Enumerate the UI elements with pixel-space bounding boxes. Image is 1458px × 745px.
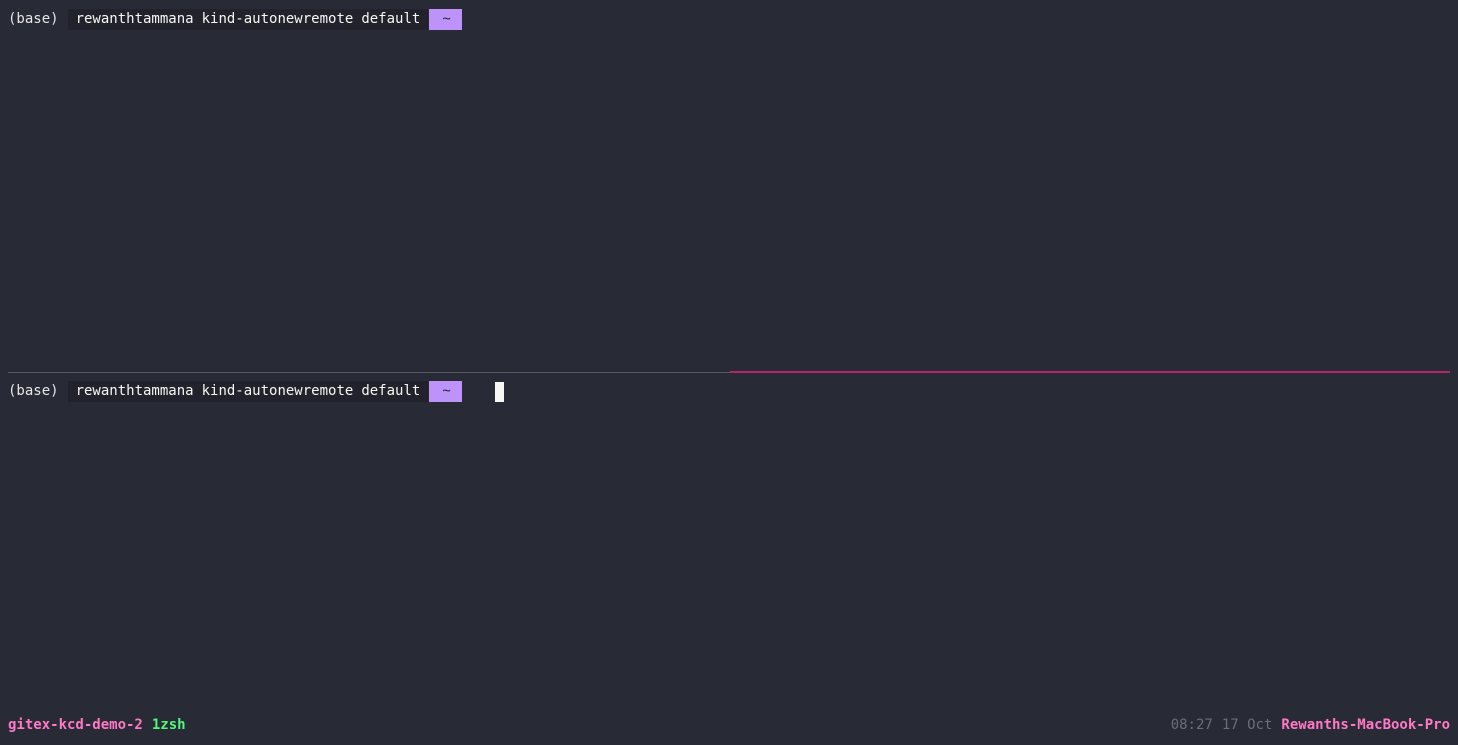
shell-prompt: (base) rewanthtammana kind-autonewremote… bbox=[8, 9, 462, 30]
status-left: gitex-kcd-demo-2 1 zsh bbox=[8, 714, 186, 736]
pane-divider-inactive bbox=[8, 372, 730, 373]
status-hostname: Rewanths-MacBook-Pro bbox=[1281, 717, 1450, 733]
text-cursor[interactable] bbox=[494, 381, 504, 402]
pane-divider-active bbox=[730, 371, 1450, 373]
tmux-status-bar: gitex-kcd-demo-2 1 zsh 08:27 17 Oct Rewa… bbox=[0, 714, 1458, 736]
prompt-namespace: default bbox=[361, 383, 421, 399]
window-index[interactable]: 1 bbox=[152, 714, 160, 736]
window-name[interactable]: zsh bbox=[160, 714, 185, 736]
prompt-kube-context: kind-autonewremote bbox=[201, 11, 354, 27]
prompt-user: rewanthtammana bbox=[75, 11, 194, 27]
prompt-context-segment: rewanthtammana kind-autonewremote defaul… bbox=[67, 9, 429, 30]
prompt-user: rewanthtammana bbox=[75, 383, 194, 399]
pane-divider[interactable] bbox=[8, 371, 1450, 373]
conda-env-label: (base) bbox=[8, 11, 59, 27]
status-date: 17 Oct bbox=[1221, 717, 1273, 733]
prompt-kube-context: kind-autonewremote bbox=[201, 383, 354, 399]
prompt-directory: ~ bbox=[429, 9, 462, 30]
status-time: 08:27 bbox=[1170, 717, 1213, 733]
shell-prompt: (base) rewanthtammana kind-autonewremote… bbox=[8, 381, 504, 402]
terminal-pane-top[interactable]: (base) rewanthtammana kind-autonewremote… bbox=[0, 0, 1458, 370]
session-name[interactable]: gitex-kcd-demo-2 bbox=[8, 714, 143, 736]
prompt-namespace: default bbox=[361, 11, 421, 27]
prompt-context-segment: rewanthtammana kind-autonewremote defaul… bbox=[67, 381, 429, 402]
status-right: 08:27 17 Oct Rewanths-MacBook-Pro bbox=[1171, 714, 1450, 736]
conda-env-label: (base) bbox=[8, 383, 59, 399]
terminal-pane-bottom[interactable]: (base) rewanthtammana kind-autonewremote… bbox=[0, 374, 1458, 710]
prompt-directory: ~ bbox=[429, 381, 462, 402]
